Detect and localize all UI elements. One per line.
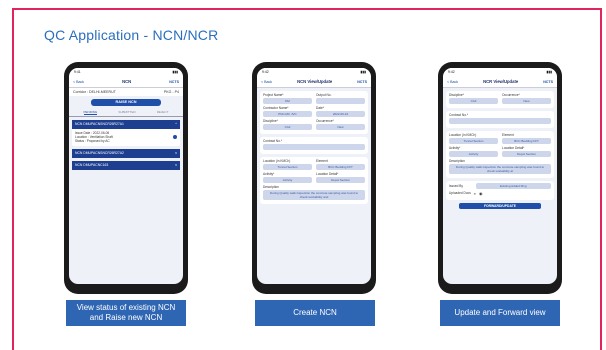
occurrence-select[interactable]: New [316,124,365,130]
attachment-icon[interactable]: ⌕ [474,191,476,196]
ncn-card[interactable]: NCN DMUPACNSNCR26R27A2 v [72,148,180,158]
status: Status : Proposed by AC [75,139,110,144]
discipline-select[interactable]: Civil [263,124,312,130]
status-time: 9:42 [262,70,269,74]
raise-ncn-button[interactable]: RAISE NCN [91,99,161,106]
contractor-field[interactable]: PNC-MC JVC [263,111,312,117]
phone-update-forward: 9:42 ▮▮▮ < Back NCR View/Update NCTS Disc… [438,62,562,294]
tab-pending[interactable]: PENDING [83,110,98,115]
location-select[interactable]: Tunnel Section [449,138,498,144]
forward-update-button[interactable]: FORWARD/UPDATE [459,203,541,209]
tab-reject[interactable]: REJECT [157,110,169,115]
screen-title: NCN [122,79,132,84]
ncn-card[interactable]: NCN DMUPACNC163 v [72,160,180,170]
contract-field[interactable] [263,144,365,150]
ncn-id: NCN DMUPACNSNCR26R27A2 [75,150,124,155]
chevron-down-icon[interactable]: v [175,161,177,170]
location-detail-select[interactable]: Depot Section [316,177,365,183]
screen-title: NCN View/Update [297,79,333,84]
camera-icon[interactable]: ◉ [479,191,483,196]
caption-update-forward: Update and Forward view [440,300,560,326]
location-detail-select[interactable]: Depot Section [502,151,551,157]
tab-submitted[interactable]: SUBMITTED [118,110,135,115]
back-button[interactable]: < Back [261,80,272,84]
ncn-id: NCN DMUPACNC163 [75,162,109,167]
phone-ncn-list: 9:41 ▮▮▮ < Back NCN NCTS Corridor : DELHI… [64,62,188,294]
screen-title: NCR View/Update [483,79,519,84]
back-button[interactable]: < Back [73,80,84,84]
ncn-id: NCN DMUPACNSNCR26R27A1 [75,122,124,126]
description-textarea[interactable]: During Quality walk inspection the concr… [449,164,551,174]
status-tabs: PENDING SUBMITTED REJECT [69,109,183,117]
battery-icon: ▮▮▮ [172,70,178,74]
project-name-field[interactable]: DM [263,98,312,104]
occurrence-select[interactable]: New [502,98,551,104]
slide: QC Application - NCN/NCR 9:41 ▮▮▮ < Back … [0,0,606,350]
package-label: PKG - P4 [163,90,179,94]
issued-by-select[interactable]: Existing Added Mng [475,183,551,189]
ncn-card[interactable]: NCN DMUPACNSNCR26R27A1 ^ Issue Date : 202… [72,120,180,146]
phone-screen: 9:42 ▮▮▮ < Back NCN View/Update NCTS Proj… [257,68,371,284]
contract-field[interactable] [449,118,551,124]
info-icon[interactable] [173,135,177,139]
phone-create-ncn: 9:42 ▮▮▮ < Back NCN View/Update NCTS Proj… [252,62,376,294]
chevron-down-icon[interactable]: v [175,149,177,158]
output-field[interactable] [316,98,365,104]
activity-select[interactable]: Activity [263,177,312,183]
description-textarea[interactable]: During Quality walk inspection the concr… [263,190,365,200]
caption-view-status: View status of existing NCN and Raise new… [66,300,186,326]
activity-select[interactable]: Activity [449,151,498,157]
element-select[interactable]: BCC Bedding FFT [316,164,365,170]
back-button[interactable]: < Back [447,80,458,84]
chevron-up-icon[interactable]: ^ [175,120,177,129]
date-field[interactable]: 2022-06-16 [316,111,365,117]
corridor-label: Corridor : DELHI-MEERUT [73,90,116,94]
status-time: 9:42 [448,70,455,74]
battery-icon: ▮▮▮ [360,70,366,74]
phone-screen: 9:41 ▮▮▮ < Back NCN NCTS Corridor : DELHI… [69,68,183,284]
phone-screen: 9:42 ▮▮▮ < Back NCR View/Update NCTS Disc… [443,68,557,284]
caption-create-ncn: Create NCN [255,300,375,326]
discipline-select[interactable]: Civil [449,98,498,104]
element-select[interactable]: BCC Bedding FFT [502,138,551,144]
app-logo: NCTS [357,79,367,84]
slide-title: QC Application - NCN/NCR [44,27,219,43]
app-logo: NCTS [169,79,179,84]
app-logo: NCTS [543,79,553,84]
battery-icon: ▮▮▮ [546,70,552,74]
status-time: 9:41 [74,70,81,74]
location-select[interactable]: Tunnel Section [263,164,312,170]
